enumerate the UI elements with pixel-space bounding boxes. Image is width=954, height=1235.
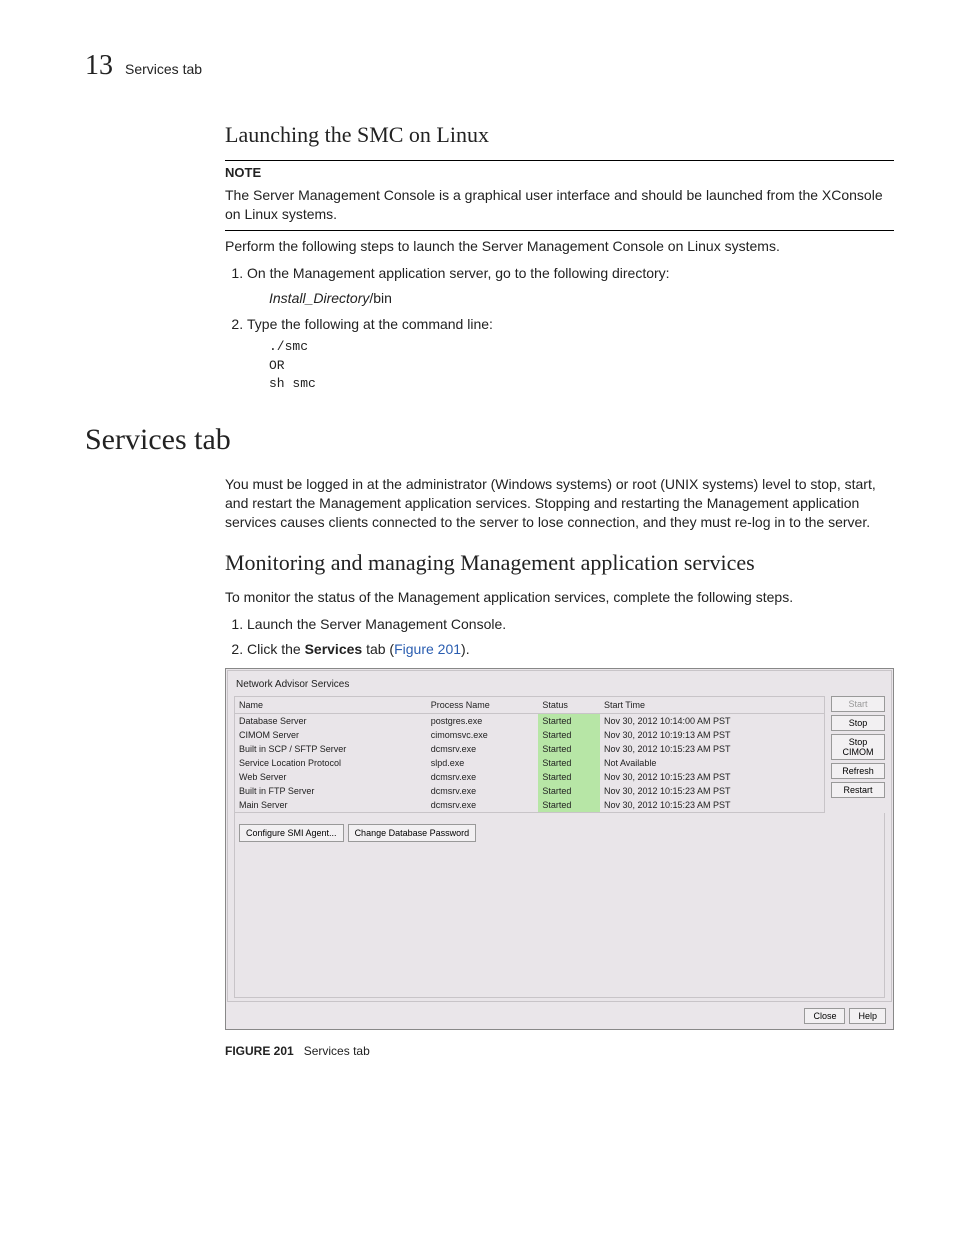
install-dir-rest: /bin (369, 290, 392, 306)
table-row[interactable]: Service Location Protocolslpd.exeStarted… (235, 756, 824, 770)
cell-process: dcmsrv.exe (427, 770, 539, 784)
figure-caption-text: Services tab (304, 1044, 370, 1058)
sec3-step2-d: ). (461, 641, 470, 657)
sec1-step1-sub: Install_Directory/bin (269, 289, 894, 309)
cell-start-time: Nov 30, 2012 10:15:23 AM PST (600, 798, 824, 812)
sec1-step2: Type the following at the command line: … (247, 315, 894, 393)
cell-name: Web Server (235, 770, 427, 784)
section-heading-launching: Launching the SMC on Linux (225, 122, 894, 148)
cell-process: dcmsrv.exe (427, 784, 539, 798)
col-start-time[interactable]: Start Time (600, 697, 824, 714)
sec3-step1: Launch the Server Management Console. (247, 615, 894, 635)
figure-panel-title: Network Advisor Services (236, 679, 885, 690)
sec3-step2-c: tab ( (362, 641, 394, 657)
cmd-line-1: ./smc (269, 338, 894, 356)
help-button[interactable]: Help (849, 1008, 886, 1024)
service-buttons: Start Stop Stop CIMOM Refresh Restart (831, 696, 885, 813)
close-button[interactable]: Close (804, 1008, 845, 1024)
cell-name: CIMOM Server (235, 728, 427, 742)
cell-start-time: Nov 30, 2012 10:14:00 AM PST (600, 713, 824, 728)
cell-status: Started (538, 798, 600, 812)
cell-status: Started (538, 728, 600, 742)
start-button[interactable]: Start (831, 696, 885, 712)
section-heading-monitoring: Monitoring and managing Management appli… (225, 550, 894, 576)
refresh-button[interactable]: Refresh (831, 763, 885, 779)
sec3-steps: Launch the Server Management Console. Cl… (225, 615, 894, 660)
sec1-step1: On the Management application server, go… (247, 264, 894, 309)
cmd-line-2: OR (269, 357, 894, 375)
table-row[interactable]: Database Serverpostgres.exeStartedNov 30… (235, 713, 824, 728)
cmd-line-3: sh smc (269, 375, 894, 393)
main-heading-services-tab: Services tab (85, 423, 894, 457)
cell-name: Built in SCP / SFTP Server (235, 742, 427, 756)
sec1-intro: Perform the following steps to launch th… (225, 237, 894, 256)
table-row[interactable]: Built in FTP Serverdcmsrv.exeStartedNov … (235, 784, 824, 798)
sec3-step2-b: Services (305, 641, 363, 657)
sec1-step1-text: On the Management application server, go… (247, 265, 670, 281)
cell-start-time: Nov 30, 2012 10:15:23 AM PST (600, 784, 824, 798)
install-dir-italic: Install_Directory (269, 290, 369, 306)
change-db-password-button[interactable]: Change Database Password (348, 824, 477, 842)
command-block: ./smc OR sh smc (269, 338, 894, 393)
cell-process: postgres.exe (427, 713, 539, 728)
col-name[interactable]: Name (235, 697, 427, 714)
chapter-number: 13 (85, 50, 113, 82)
note-label: NOTE (225, 165, 894, 180)
note-text: The Server Management Console is a graph… (225, 186, 894, 224)
col-status[interactable]: Status (538, 697, 600, 714)
cell-status: Started (538, 784, 600, 798)
cell-name: Database Server (235, 713, 427, 728)
dialog-bottom-buttons: Close Help (227, 1002, 892, 1028)
col-process[interactable]: Process Name (427, 697, 539, 714)
stop-cimom-button[interactable]: Stop CIMOM (831, 734, 885, 760)
services-tab-figure: Network Advisor Services Name Process Na… (225, 668, 894, 1030)
table-row[interactable]: CIMOM Servercimomsvc.exeStartedNov 30, 2… (235, 728, 824, 742)
sec1-step2-text: Type the following at the command line: (247, 316, 493, 332)
cell-name: Main Server (235, 798, 427, 812)
cell-status: Started (538, 742, 600, 756)
services-table: Name Process Name Status Start Time Data… (234, 696, 825, 813)
sec3-intro: To monitor the status of the Management … (225, 588, 894, 607)
sec1-steps: On the Management application server, go… (225, 264, 894, 393)
table-row[interactable]: Built in SCP / SFTP Serverdcmsrv.exeStar… (235, 742, 824, 756)
cell-start-time: Nov 30, 2012 10:15:23 AM PST (600, 742, 824, 756)
cell-name: Built in FTP Server (235, 784, 427, 798)
cell-start-time: Not Available (600, 756, 824, 770)
cell-status: Started (538, 770, 600, 784)
note-rule-bottom (225, 230, 894, 231)
figure-caption-label: FIGURE 201 (225, 1044, 294, 1058)
cell-name: Service Location Protocol (235, 756, 427, 770)
table-row[interactable]: Web Serverdcmsrv.exeStartedNov 30, 2012 … (235, 770, 824, 784)
sec3-step2: Click the Services tab (Figure 201). (247, 640, 894, 660)
sec2-intro: You must be logged in at the administrat… (225, 475, 894, 532)
table-scroll-area: Configure SMI Agent... Change Database P… (234, 813, 885, 998)
figure-link[interactable]: Figure 201 (394, 641, 461, 657)
figure-caption: FIGURE 201 Services tab (225, 1044, 894, 1058)
cell-process: dcmsrv.exe (427, 798, 539, 812)
cell-process: slpd.exe (427, 756, 539, 770)
cell-start-time: Nov 30, 2012 10:15:23 AM PST (600, 770, 824, 784)
cell-start-time: Nov 30, 2012 10:19:13 AM PST (600, 728, 824, 742)
chapter-title: Services tab (125, 61, 202, 77)
cell-process: dcmsrv.exe (427, 742, 539, 756)
stop-button[interactable]: Stop (831, 715, 885, 731)
cell-status: Started (538, 756, 600, 770)
table-row[interactable]: Main Serverdcmsrv.exeStartedNov 30, 2012… (235, 798, 824, 812)
cell-process: cimomsvc.exe (427, 728, 539, 742)
cell-status: Started (538, 713, 600, 728)
sec3-step2-a: Click the (247, 641, 305, 657)
restart-button[interactable]: Restart (831, 782, 885, 798)
configure-smi-button[interactable]: Configure SMI Agent... (239, 824, 344, 842)
page-header: 13 Services tab (85, 50, 894, 82)
note-rule-top (225, 160, 894, 161)
